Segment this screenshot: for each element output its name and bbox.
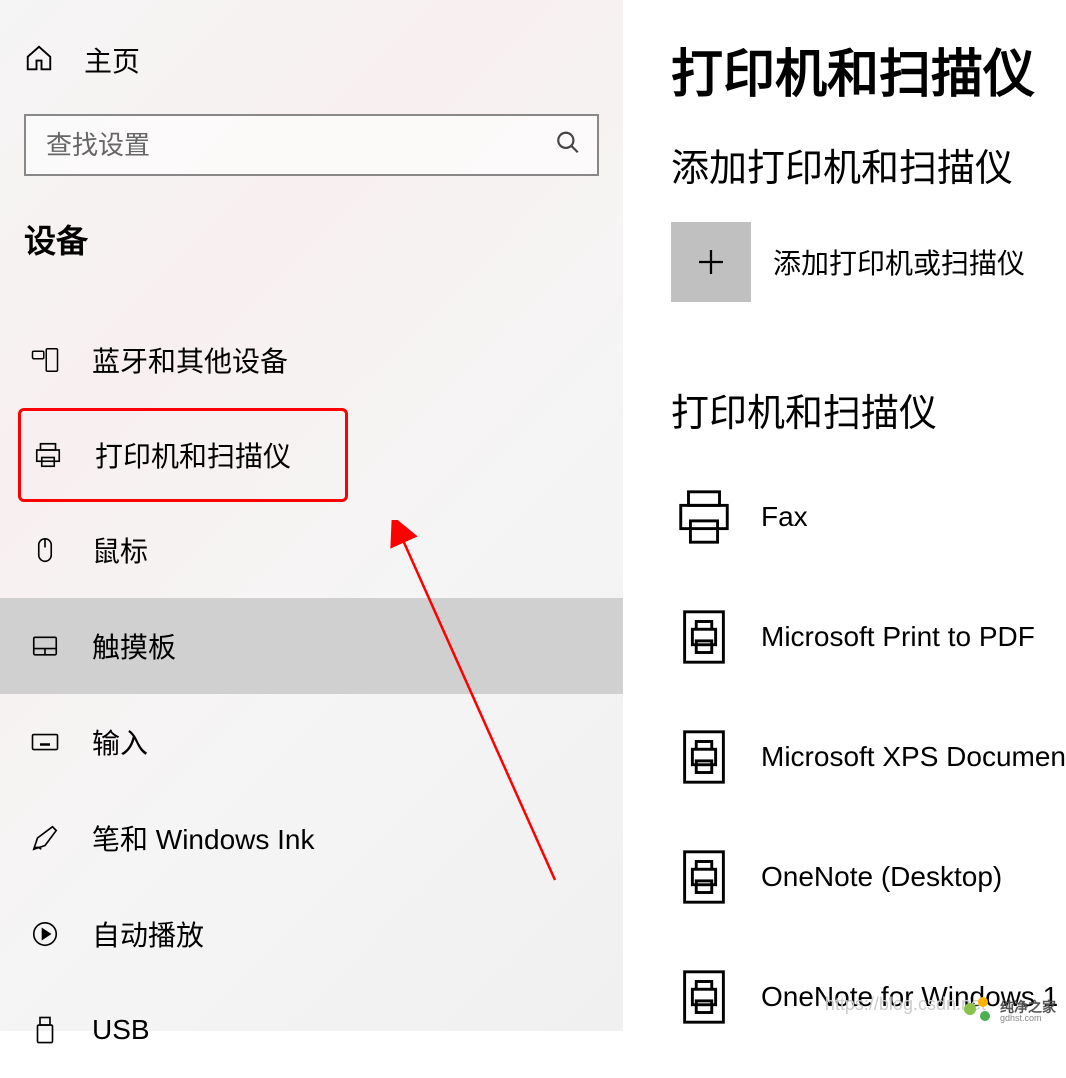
printer-item-fax[interactable]: Fax	[623, 457, 1066, 577]
sidebar-item-typing[interactable]: 输入	[0, 694, 623, 790]
printer-item-pdf[interactable]: Microsoft Print to PDF	[623, 577, 1066, 697]
watermark-logo: 纯净之家 gdhst.com	[964, 997, 1056, 1025]
keyboard-icon	[28, 727, 62, 757]
sidebar-item-printers[interactable]: 打印机和扫描仪	[18, 408, 348, 502]
sidebar-item-label: 鼠标	[92, 530, 148, 570]
mouse-icon	[28, 535, 62, 565]
home-link[interactable]: 主页	[0, 30, 623, 90]
sidebar-item-label: 输入	[92, 722, 148, 762]
sidebar-item-mouse[interactable]: 鼠标	[0, 502, 623, 598]
printer-item-xps[interactable]: Microsoft XPS Documen	[623, 697, 1066, 817]
home-label: 主页	[84, 40, 140, 80]
bluetooth-devices-icon	[28, 345, 62, 375]
logo-icon	[964, 997, 994, 1025]
printer-item-label: Fax	[761, 501, 808, 533]
search-box[interactable]	[24, 114, 599, 176]
sidebar-item-autoplay[interactable]: 自动播放	[0, 886, 623, 982]
logo-text-en: gdhst.com	[1000, 1014, 1056, 1023]
sidebar-item-label: 自动播放	[92, 914, 204, 954]
touchpad-icon	[28, 631, 62, 661]
sidebar-item-label: 蓝牙和其他设备	[92, 340, 288, 380]
autoplay-icon	[28, 919, 62, 949]
usb-icon	[28, 1015, 62, 1045]
sidebar-item-usb[interactable]: USB	[0, 982, 623, 1078]
doc-printer-icon	[671, 606, 737, 668]
sidebar-nav: 蓝牙和其他设备 打印机和扫描仪 鼠标 触摸板	[0, 312, 623, 1078]
printer-item-onenote-desktop[interactable]: OneNote (Desktop)	[623, 817, 1066, 937]
fax-printer-icon	[671, 486, 737, 548]
sidebar-item-label: 笔和 Windows Ink	[92, 818, 315, 858]
doc-printer-icon	[671, 846, 737, 908]
sidebar-section-label: 设备	[0, 176, 623, 282]
sidebar: 主页 设备 蓝牙和其他设备 打印机和扫描仪	[0, 0, 623, 1031]
sidebar-item-label: 触摸板	[92, 626, 176, 666]
search-input[interactable]	[24, 114, 599, 176]
printer-item-label: Microsoft Print to PDF	[761, 621, 1035, 653]
sidebar-item-label: USB	[92, 1014, 150, 1046]
page-title: 打印机和扫描仪	[623, 20, 1066, 137]
main-content: 打印机和扫描仪 添加打印机和扫描仪 添加打印机或扫描仪 打印机和扫描仪 Fax …	[623, 0, 1066, 1031]
sidebar-item-label: 打印机和扫描仪	[95, 435, 291, 475]
home-icon	[24, 43, 54, 78]
printers-section-title: 打印机和扫描仪	[623, 362, 1066, 457]
logo-text-cn: 纯净之家	[1000, 1000, 1056, 1014]
add-printer-label: 添加打印机或扫描仪	[773, 242, 1025, 282]
sidebar-item-touchpad[interactable]: 触摸板	[0, 598, 623, 694]
sidebar-item-bluetooth[interactable]: 蓝牙和其他设备	[0, 312, 623, 408]
printer-item-label: Microsoft XPS Documen	[761, 741, 1066, 773]
sidebar-item-pen[interactable]: 笔和 Windows Ink	[0, 790, 623, 886]
watermark-blog: https://blog.csdn.net	[825, 994, 986, 1015]
add-section-title: 添加打印机和扫描仪	[623, 137, 1066, 222]
plus-icon	[671, 222, 751, 302]
pen-icon	[28, 823, 62, 853]
printer-item-label: OneNote (Desktop)	[761, 861, 1002, 893]
add-printer-button[interactable]: 添加打印机或扫描仪	[623, 222, 1066, 302]
doc-printer-icon	[671, 726, 737, 788]
doc-printer-icon	[671, 966, 737, 1028]
search-icon	[555, 130, 581, 161]
printer-icon	[31, 440, 65, 470]
